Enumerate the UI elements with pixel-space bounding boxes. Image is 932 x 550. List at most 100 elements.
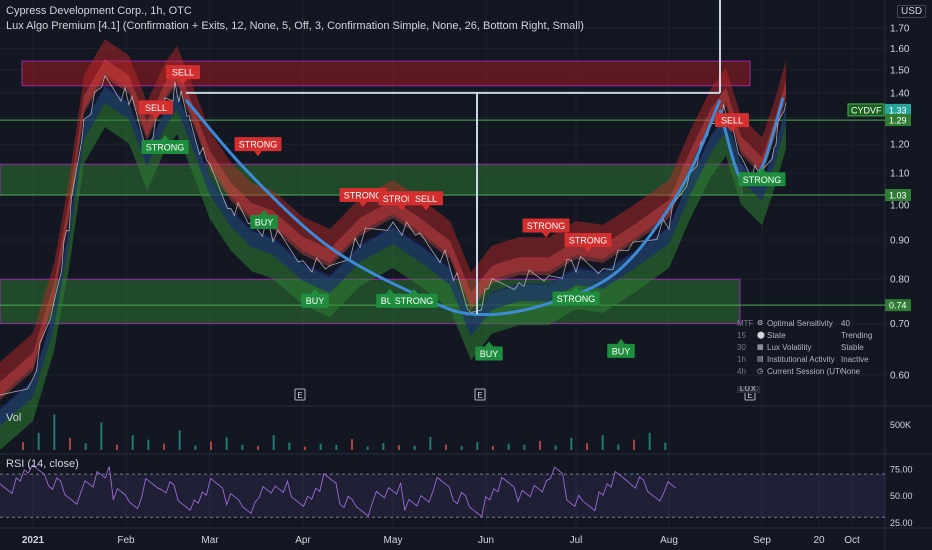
price-tick-label: 1.40 xyxy=(890,88,910,99)
signal-label-text: STRONG xyxy=(569,235,608,245)
volume-bar xyxy=(37,432,40,450)
lux-row-timeframe: 4h xyxy=(737,367,746,376)
volume-bar xyxy=(460,446,463,450)
currency-button[interactable]: USD xyxy=(897,5,927,18)
lux-row-timeframe: 15 xyxy=(737,331,746,340)
volume-bar xyxy=(570,438,573,450)
volume-bar xyxy=(84,443,87,450)
rsi-tick-label: 50.00 xyxy=(890,491,913,501)
volume-bar xyxy=(178,430,181,450)
earnings-marker-text: E xyxy=(477,391,482,400)
price-level-value: 0.74 xyxy=(889,301,907,311)
volume-bar xyxy=(413,445,416,450)
lux-row-timeframe: MTF xyxy=(737,319,754,328)
lux-table-row: 4h ◷ Current Session (UTC) None xyxy=(737,366,885,378)
signal-label-text: BUY xyxy=(255,217,274,227)
price-tick-label: 1.20 xyxy=(890,140,910,151)
rsi-tick-label: 25.00 xyxy=(890,518,913,528)
signal-label-text: STRONG xyxy=(527,221,566,231)
clock-icon: ◷ xyxy=(757,368,764,375)
signal-label-buy[interactable]: BUY xyxy=(607,338,635,358)
price-tick-label: 1.50 xyxy=(890,65,910,76)
gauge-icon: ⚙ xyxy=(757,320,764,327)
earnings-marker-text: E xyxy=(297,391,302,400)
price-tick-label: 0.80 xyxy=(890,275,910,286)
volume-bar xyxy=(22,442,24,450)
volume-bar xyxy=(335,444,338,450)
rsi-layer xyxy=(0,464,885,518)
volatility-icon: ▦ xyxy=(757,344,764,351)
price-tick-label: 0.60 xyxy=(890,371,910,382)
volume-bar xyxy=(664,442,667,450)
volume-bar xyxy=(398,445,400,450)
signal-label-sell[interactable]: STRONG xyxy=(234,137,282,157)
price-level-tag[interactable]: 1.03 xyxy=(885,189,911,202)
volume-bar xyxy=(241,444,244,450)
volume-bar xyxy=(147,439,150,450)
volume-bar xyxy=(304,446,306,450)
volume-bar xyxy=(288,442,291,450)
signal-label-pointer xyxy=(617,338,625,344)
volume-bar xyxy=(523,444,526,450)
state-icon: ⬤ xyxy=(757,332,765,339)
time-tick-label: Sep xyxy=(753,535,771,546)
signal-label-text: BUY xyxy=(612,346,631,356)
price-tick-label: 1.10 xyxy=(890,169,910,180)
rsi-pane-label: RSI (14, close) xyxy=(6,458,79,470)
chart-stage[interactable]: SELL SELL STRONG STRONG BUY STRONG STRONG SELL B… xyxy=(0,0,932,550)
volume-bar xyxy=(617,444,620,450)
price-tick-label: 1.60 xyxy=(890,44,910,55)
signal-label-text: STRONG xyxy=(344,191,383,201)
lux-row-timeframe: 30 xyxy=(737,343,746,352)
time-tick-label: Feb xyxy=(117,535,135,546)
volume-bar xyxy=(366,446,369,450)
volume-bar xyxy=(539,440,541,450)
volume-bar xyxy=(351,439,353,450)
lux-table-row: 30 ▦ Lux Volatility Stable xyxy=(737,342,885,354)
indicator-legend[interactable]: Lux Algo Premium [4.1] (Confirmation + E… xyxy=(6,20,584,32)
volume-bar xyxy=(476,442,479,450)
current-price-value: 1.33 xyxy=(889,105,907,115)
lux-row-value: Trending xyxy=(841,331,873,340)
lux-row-name: Current Session (UTC) xyxy=(767,367,841,376)
lux-row-name: State xyxy=(767,331,786,340)
signal-label-text: STRONG xyxy=(743,175,782,185)
symbol-title[interactable]: Cypress Development Corp., 1h, OTC xyxy=(6,5,192,17)
institution-icon: ▤ xyxy=(757,356,764,363)
volume-bar xyxy=(648,432,651,450)
time-tick-label: May xyxy=(384,535,403,546)
rsi-band xyxy=(0,474,885,518)
signal-label-text: STRONG xyxy=(395,296,434,306)
volume-bar xyxy=(257,446,259,450)
lux-row-name: Optimal Sensitivity xyxy=(767,319,833,328)
time-tick-label: 2021 xyxy=(22,535,45,546)
lux-row-value: Inactive xyxy=(841,355,869,364)
price-level-tag[interactable]: 1.29 xyxy=(885,114,911,127)
time-tick-label: Oct xyxy=(844,535,860,546)
lux-row-timeframe: 1h xyxy=(737,355,746,364)
volume-bar xyxy=(382,443,385,450)
volume-bar xyxy=(53,414,56,450)
signal-label-text: SELL xyxy=(172,68,194,78)
volume-bar xyxy=(116,444,118,450)
signal-label-text: SELL xyxy=(145,103,167,113)
volume-bar xyxy=(586,443,588,450)
signal-label-text: SELL xyxy=(415,194,437,204)
price-tick-label: 0.90 xyxy=(890,235,910,246)
ticker-badge-text: CYDVF xyxy=(851,105,882,115)
earnings-marker[interactable]: E xyxy=(294,388,306,401)
time-tick-label: Jul xyxy=(570,535,583,546)
lux-row-value: 40 xyxy=(841,319,850,328)
signal-label-text: STRONG xyxy=(239,140,278,150)
volume-bar xyxy=(507,443,510,450)
earnings-marker[interactable]: E xyxy=(474,388,486,401)
volume-bar xyxy=(163,443,165,450)
rsi-tick-label: 75.00 xyxy=(890,464,913,474)
volume-bar xyxy=(272,435,275,450)
price-level-tag[interactable]: 0.74 xyxy=(885,299,911,312)
price-tick-label: 0.70 xyxy=(890,319,910,330)
time-tick-label: Aug xyxy=(660,535,678,546)
lux-row-value: None xyxy=(841,367,861,376)
chart-canvas[interactable]: SELLSELLSTRONG STRONGBUYSTRONG STRONGSELLB… xyxy=(0,0,932,550)
price-level-value: 1.03 xyxy=(889,191,907,201)
